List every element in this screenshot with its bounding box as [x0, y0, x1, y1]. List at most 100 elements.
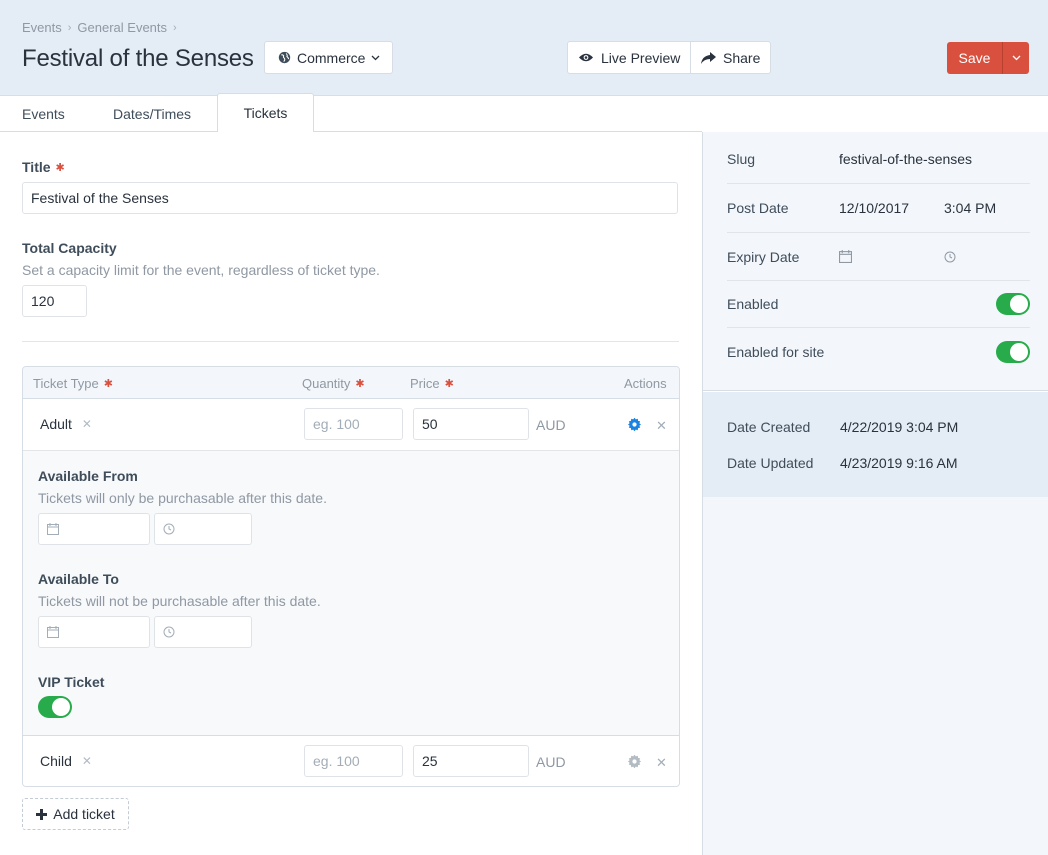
breadcrumb: Events › General Events ›	[22, 20, 177, 35]
post-date-label: Post Date	[727, 200, 789, 216]
required-indicator: ✱	[444, 378, 454, 390]
tab-tickets[interactable]: Tickets	[217, 93, 314, 132]
column-header-quantity: Quantity ✱	[302, 376, 365, 391]
save-button-group: Save	[947, 42, 1029, 74]
total-capacity-hint: Set a capacity limit for the event, rega…	[22, 262, 380, 278]
divider	[0, 131, 217, 132]
enabled-for-site-toggle[interactable]	[996, 341, 1030, 363]
clock-icon[interactable]	[944, 251, 956, 263]
eye-icon	[578, 52, 594, 63]
total-capacity-input[interactable]: 120	[22, 285, 87, 317]
remove-ticket-icon[interactable]: ✕	[656, 755, 667, 771]
quantity-input[interactable]: eg. 100	[304, 408, 403, 440]
clock-icon	[163, 523, 175, 535]
required-indicator: ✱	[355, 378, 365, 390]
add-ticket-button[interactable]: Add ticket	[22, 798, 129, 830]
available-to-label: Available To	[38, 571, 119, 587]
gear-icon[interactable]	[628, 754, 641, 771]
live-preview-button[interactable]: Live Preview	[568, 42, 691, 73]
timestamps-panel: Date Created 4/22/2019 3:04 PM Date Upda…	[703, 392, 1048, 497]
chevron-right-icon: ›	[173, 21, 177, 34]
vip-ticket-label: VIP Ticket	[38, 674, 105, 690]
clock-icon	[163, 626, 175, 638]
ticket-details-panel: Available From Tickets will only be purc…	[23, 451, 679, 735]
price-input[interactable]: 50	[413, 408, 529, 440]
title-label-text: Title	[22, 159, 51, 175]
required-indicator: ✱	[55, 162, 65, 174]
slug-value[interactable]: festival-of-the-senses	[839, 151, 972, 167]
chevron-down-icon	[371, 55, 380, 61]
breadcrumb-events[interactable]: Events	[22, 20, 62, 35]
remove-type-icon[interactable]: ✕	[82, 754, 92, 768]
calendar-icon	[47, 523, 59, 535]
available-from-hint: Tickets will only be purchasable after t…	[38, 490, 327, 506]
available-from-date-input[interactable]	[38, 513, 150, 545]
post-time-value[interactable]: 3:04 PM	[944, 200, 996, 216]
available-from-label: Available From	[38, 468, 138, 484]
plus-icon	[36, 808, 48, 820]
post-date-value[interactable]: 12/10/2017	[839, 200, 909, 216]
globe-icon	[278, 51, 291, 64]
price-input[interactable]: 25	[413, 745, 529, 777]
gear-icon[interactable]	[628, 417, 641, 434]
sidebar-background	[703, 497, 1048, 855]
calendar-icon	[47, 626, 59, 638]
preview-share-group: Live Preview Share	[567, 41, 771, 74]
ticket-type-cell: Adult ✕	[40, 416, 92, 432]
live-preview-label: Live Preview	[601, 49, 681, 66]
page-header: Events › General Events › Festival of th…	[0, 0, 1048, 96]
available-to-time-input[interactable]	[154, 616, 252, 648]
tab-dates-times[interactable]: Dates/Times	[113, 96, 191, 132]
calendar-icon[interactable]	[839, 250, 852, 263]
ticket-type-name: Adult	[40, 416, 72, 432]
currency-label: AUD	[536, 417, 566, 433]
remove-ticket-icon[interactable]: ✕	[656, 418, 667, 434]
tab-events[interactable]: Events	[22, 96, 65, 132]
column-label: Ticket Type	[33, 376, 99, 391]
commerce-label: Commerce	[297, 49, 366, 66]
column-header-price: Price ✱	[410, 376, 454, 391]
required-indicator: ✱	[103, 378, 113, 390]
available-from-time-input[interactable]	[154, 513, 252, 545]
remove-type-icon[interactable]: ✕	[82, 417, 92, 431]
column-header-ticket-type: Ticket Type ✱	[33, 376, 113, 391]
column-header-actions: Actions	[624, 376, 667, 391]
slug-label: Slug	[727, 151, 756, 167]
share-button[interactable]: Share	[691, 42, 770, 73]
enabled-toggle[interactable]	[996, 293, 1030, 315]
post-date-row: Post Date 12/10/2017 3:04 PM	[727, 184, 1030, 233]
currency-label: AUD	[536, 754, 566, 770]
chevron-right-icon: ›	[67, 21, 72, 34]
enabled-row: Enabled	[727, 281, 1030, 328]
divider	[22, 341, 679, 342]
available-to-date-input[interactable]	[38, 616, 150, 648]
chevron-down-icon	[1012, 55, 1021, 61]
table-header: Ticket Type ✱ Quantity ✱ Price ✱ Actions	[23, 367, 679, 399]
entry-meta-panel: Slug festival-of-the-senses Post Date 12…	[703, 132, 1048, 391]
expiry-date-label: Expiry Date	[727, 249, 800, 265]
tickets-table: Ticket Type ✱ Quantity ✱ Price ✱ Actions Ad…	[22, 366, 680, 787]
total-capacity-label: Total Capacity	[22, 240, 117, 256]
commerce-menu-button[interactable]: Commerce	[264, 41, 393, 74]
table-row: Child ✕ eg. 100 25 AUD ✕	[23, 735, 679, 786]
table-row: Adult ✕ eg. 100 50 AUD ✕	[23, 399, 679, 451]
column-label: Price	[410, 376, 440, 391]
date-created-label: Date Created	[727, 419, 811, 435]
title-input[interactable]: Festival of the Senses	[22, 182, 678, 214]
date-created-value: 4/22/2019 3:04 PM	[840, 419, 959, 435]
save-button[interactable]: Save	[947, 42, 1003, 74]
save-options-button[interactable]	[1003, 42, 1029, 74]
breadcrumb-general-events[interactable]: General Events	[77, 20, 167, 35]
title-label: Title ✱	[22, 159, 65, 175]
tab-bar: Events Dates/Times Tickets	[0, 93, 702, 132]
quantity-input[interactable]: eg. 100	[304, 745, 403, 777]
expiry-date-row: Expiry Date	[727, 233, 1030, 281]
share-label: Share	[723, 49, 761, 66]
enabled-for-site-row: Enabled for site	[727, 328, 1030, 376]
page-title: Festival of the Senses	[22, 45, 254, 72]
vip-ticket-toggle[interactable]	[38, 696, 72, 718]
enabled-for-site-label: Enabled for site	[727, 344, 825, 360]
ticket-type-name: Child	[40, 753, 72, 769]
ticket-type-cell: Child ✕	[40, 753, 92, 769]
available-to-hint: Tickets will not be purchasable after th…	[38, 593, 321, 609]
